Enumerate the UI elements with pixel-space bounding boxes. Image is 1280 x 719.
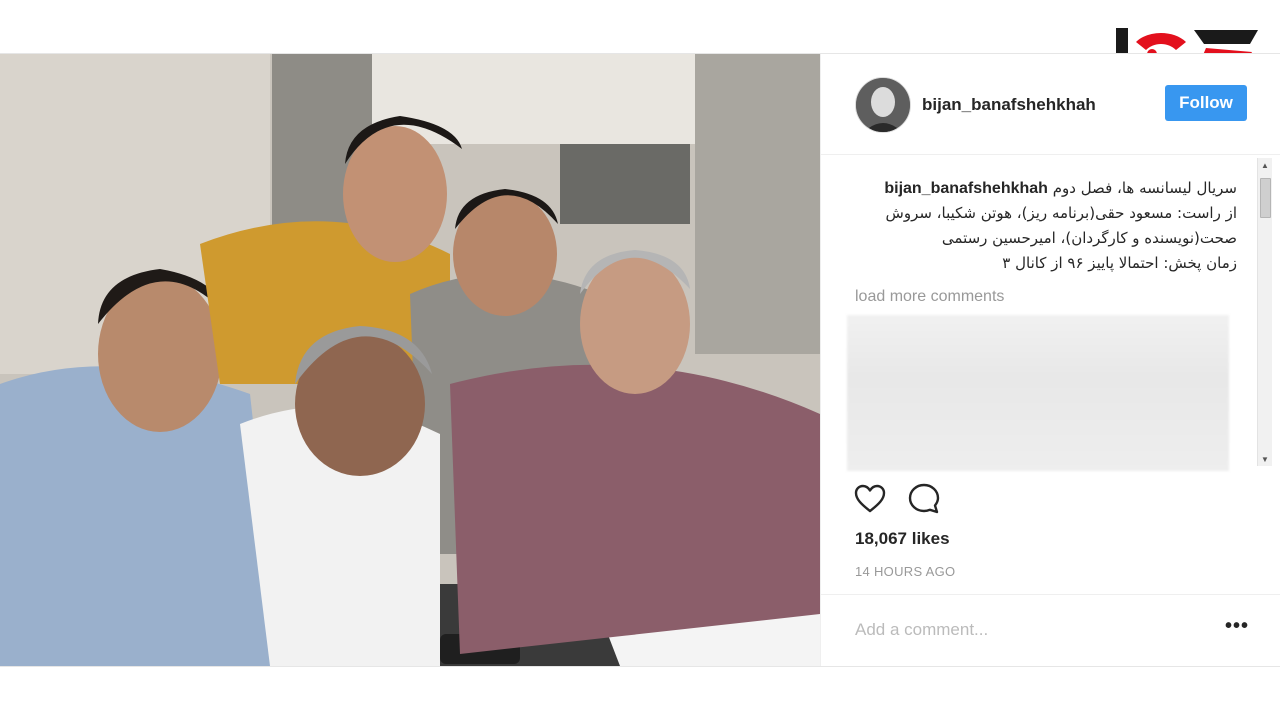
blurred-comments [847, 315, 1229, 471]
caption-username[interactable]: bijan_banafshehkhah [884, 180, 1048, 197]
follow-button[interactable]: Follow [1165, 85, 1247, 121]
caption-line-3: زمان پخش: احتمالا پاییز ۹۶ از کانال ۳ [1002, 254, 1237, 272]
caption-line-2: از راست: مسعود حقی(برنامه ریز)، هوتن شکی… [885, 204, 1237, 247]
post-side-panel: bijan_banafshehkhah Follow سریال لیسانسه… [820, 54, 1280, 666]
avatar[interactable] [855, 77, 911, 133]
scrollbar-thumb[interactable] [1260, 178, 1271, 218]
post-caption: سریال لیسانسه ها، فصل دوم bijan_banafshe… [855, 176, 1237, 276]
post-actions [853, 482, 953, 516]
load-more-comments-link[interactable]: load more comments [855, 288, 1004, 306]
post-header: bijan_banafshehkhah Follow [821, 54, 1280, 155]
add-comment-bar: Add a comment... ••• [821, 594, 1280, 667]
heart-icon[interactable] [853, 482, 887, 516]
comment-icon[interactable] [907, 482, 941, 516]
comments-area: سریال لیسانسه ها، فصل دوم bijan_banafshe… [847, 160, 1252, 471]
caption-line-1: سریال لیسانسه ها، فصل دوم [1052, 179, 1237, 197]
instagram-post: bijan_banafshehkhah Follow سریال لیسانسه… [0, 53, 1280, 667]
post-timestamp: 14 HOURS AGO [855, 564, 956, 579]
add-comment-input[interactable]: Add a comment... [855, 620, 988, 640]
more-options-icon[interactable]: ••• [1225, 615, 1249, 638]
comments-scrollbar[interactable]: ▲ ▼ [1257, 158, 1272, 466]
scroll-down-icon[interactable]: ▼ [1258, 452, 1272, 466]
post-photo[interactable] [0, 54, 820, 666]
likes-count[interactable]: 18,067 likes [855, 529, 950, 549]
post-username[interactable]: bijan_banafshehkhah [922, 95, 1096, 115]
scroll-up-icon[interactable]: ▲ [1258, 158, 1272, 172]
